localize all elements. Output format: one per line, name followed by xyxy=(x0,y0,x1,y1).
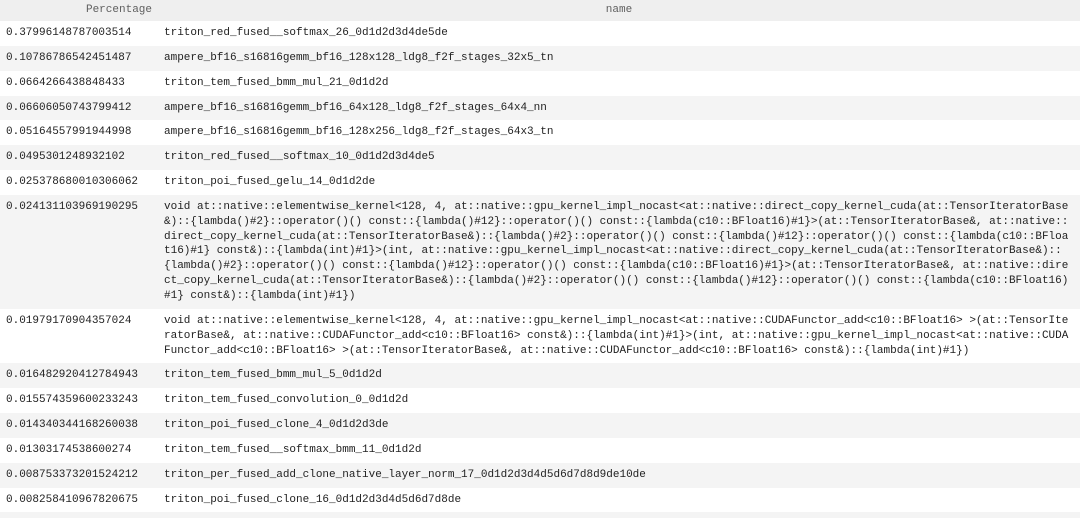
percentage-cell: 0.05164557991944998 xyxy=(0,120,158,145)
percentage-cell: 0.0664266438848433 xyxy=(0,71,158,96)
table-row[interactable]: 0.025378680010306062triton_poi_fused_gel… xyxy=(0,170,1080,195)
name-cell: triton_poi_fused_clone_4_0d1d2d3de xyxy=(158,413,1080,438)
percentage-cell: 0.10786786542451487 xyxy=(0,46,158,71)
percentage-cell: 0.01303174538600274 xyxy=(0,438,158,463)
table-body: 0.37996148787003514triton_red_fused__sof… xyxy=(0,21,1080,518)
percentage-cell: 0.37996148787003514 xyxy=(0,21,158,46)
percentage-cell: 0.008753373201524212 xyxy=(0,463,158,488)
table-row[interactable]: 0.01303174538600274triton_tem_fused__sof… xyxy=(0,438,1080,463)
name-cell: void at::native::(anonymous namespace)::… xyxy=(158,512,1080,518)
name-cell: ampere_bf16_s16816gemm_bf16_128x256_ldg8… xyxy=(158,120,1080,145)
name-cell: triton_tem_fused_bmm_mul_5_0d1d2d xyxy=(158,363,1080,388)
percentage-cell: 0.014340344168260038 xyxy=(0,413,158,438)
name-cell: triton_red_fused__softmax_26_0d1d2d3d4de… xyxy=(158,21,1080,46)
name-cell: triton_poi_fused_clone_16_0d1d2d3d4d5d6d… xyxy=(158,488,1080,513)
table-row[interactable]: 0.015574359600233243triton_tem_fused_con… xyxy=(0,388,1080,413)
table-row[interactable]: 0.006726062134711091void at::native::(an… xyxy=(0,512,1080,518)
table-row[interactable]: 0.008753373201524212triton_per_fused_add… xyxy=(0,463,1080,488)
percentage-cell: 0.01979170904357024 xyxy=(0,309,158,364)
table-row[interactable]: 0.01979170904357024void at::native::elem… xyxy=(0,309,1080,364)
percentage-cell: 0.025378680010306062 xyxy=(0,170,158,195)
name-cell: ampere_bf16_s16816gemm_bf16_128x128_ldg8… xyxy=(158,46,1080,71)
table-row[interactable]: 0.0495301248932102triton_red_fused__soft… xyxy=(0,145,1080,170)
name-cell: triton_tem_fused_bmm_mul_21_0d1d2d xyxy=(158,71,1080,96)
name-cell: triton_red_fused__softmax_10_0d1d2d3d4de… xyxy=(158,145,1080,170)
percentage-cell: 0.006726062134711091 xyxy=(0,512,158,518)
percentage-cell: 0.015574359600233243 xyxy=(0,388,158,413)
percentage-cell: 0.0495301248932102 xyxy=(0,145,158,170)
name-cell: triton_per_fused_add_clone_native_layer_… xyxy=(158,463,1080,488)
name-cell: triton_poi_fused_gelu_14_0d1d2de xyxy=(158,170,1080,195)
col-header-percentage[interactable]: Percentage xyxy=(0,0,158,21)
name-cell: ampere_bf16_s16816gemm_bf16_64x128_ldg8_… xyxy=(158,96,1080,121)
table-row[interactable]: 0.10786786542451487ampere_bf16_s16816gem… xyxy=(0,46,1080,71)
col-header-name[interactable]: name xyxy=(158,0,1080,21)
profiling-table: Percentage name 0.37996148787003514trito… xyxy=(0,0,1080,518)
percentage-cell: 0.06606050743799412 xyxy=(0,96,158,121)
table-row[interactable]: 0.024131103969190295void at::native::ele… xyxy=(0,195,1080,309)
percentage-cell: 0.016482920412784943 xyxy=(0,363,158,388)
header-row: Percentage name xyxy=(0,0,1080,21)
table-row[interactable]: 0.0664266438848433triton_tem_fused_bmm_m… xyxy=(0,71,1080,96)
table-row[interactable]: 0.008258410967820675triton_poi_fused_clo… xyxy=(0,488,1080,513)
table-row[interactable]: 0.06606050743799412ampere_bf16_s16816gem… xyxy=(0,96,1080,121)
table-row[interactable]: 0.014340344168260038triton_poi_fused_clo… xyxy=(0,413,1080,438)
name-cell: triton_tem_fused_convolution_0_0d1d2d xyxy=(158,388,1080,413)
name-cell: void at::native::elementwise_kernel<128,… xyxy=(158,195,1080,309)
table-row[interactable]: 0.37996148787003514triton_red_fused__sof… xyxy=(0,21,1080,46)
percentage-cell: 0.008258410967820675 xyxy=(0,488,158,513)
table-row[interactable]: 0.016482920412784943triton_tem_fused_bmm… xyxy=(0,363,1080,388)
name-cell: triton_tem_fused__softmax_bmm_11_0d1d2d xyxy=(158,438,1080,463)
name-cell: void at::native::elementwise_kernel<128,… xyxy=(158,309,1080,364)
table-row[interactable]: 0.05164557991944998ampere_bf16_s16816gem… xyxy=(0,120,1080,145)
percentage-cell: 0.024131103969190295 xyxy=(0,195,158,309)
